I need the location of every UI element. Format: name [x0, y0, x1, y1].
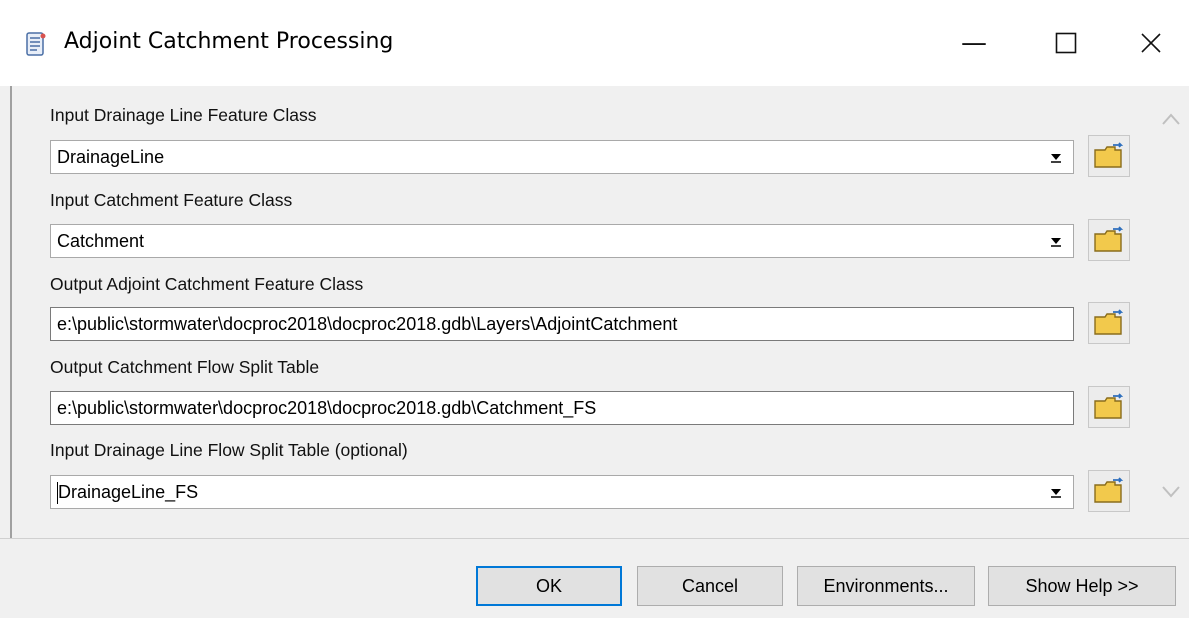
drainage-line-flow-split-value: DrainageLine_FS [58, 482, 199, 502]
script-tool-icon [26, 32, 46, 56]
ok-button[interactable]: OK [476, 566, 622, 606]
chevron-down-icon [1051, 154, 1061, 163]
drainage-line-combo[interactable]: DrainageLine [50, 140, 1074, 174]
show-help-button[interactable]: Show Help >> [988, 566, 1176, 606]
param-label-catchment: Input Catchment Feature Class [50, 190, 293, 210]
browse-catchment-button[interactable] [1088, 219, 1130, 261]
footer-separator [0, 538, 1189, 539]
param-label-output-flow-split: Output Catchment Flow Split Table [50, 357, 320, 377]
maximize-icon [1055, 32, 1077, 54]
drainage-line-value: DrainageLine [57, 147, 165, 167]
scroll-down-button[interactable] [1158, 478, 1184, 504]
window-title: Adjoint Catchment Processing [64, 29, 394, 54]
open-folder-icon [1094, 226, 1124, 252]
chevron-down-icon [1162, 486, 1180, 498]
output-adjoint-catchment-input[interactable]: e:\public\stormwater\docproc2018\docproc… [50, 307, 1074, 341]
drainage-line-flow-split-combo[interactable]: DrainageLine_FS [50, 475, 1074, 509]
environments-button[interactable]: Environments... [797, 566, 975, 606]
open-folder-icon [1094, 393, 1124, 419]
dropdown-button[interactable] [1045, 147, 1067, 167]
output-flow-split-input[interactable]: e:\public\stormwater\docproc2018\docproc… [50, 391, 1074, 425]
scroll-up-button[interactable] [1158, 106, 1184, 132]
open-folder-icon [1094, 477, 1124, 503]
chevron-down-icon [1051, 489, 1061, 498]
title-bar[interactable]: Adjoint Catchment Processing — [0, 0, 1189, 86]
maximize-button[interactable] [1020, 0, 1112, 86]
browse-drainage-line-button[interactable] [1088, 135, 1130, 177]
dropdown-button[interactable] [1045, 482, 1067, 502]
param-label-drainage-flow-split: Input Drainage Line Flow Split Table (op… [50, 440, 408, 460]
browse-output-adjoint-button[interactable] [1088, 302, 1130, 344]
dialog-window: Adjoint Catchment Processing — Input Dra… [0, 0, 1189, 618]
chevron-down-icon [1051, 238, 1061, 247]
param-label-output-adjoint: Output Adjoint Catchment Feature Class [50, 274, 364, 294]
minimize-button[interactable]: — [928, 0, 1020, 86]
open-folder-icon [1094, 142, 1124, 168]
browse-drainage-flow-split-button[interactable] [1088, 470, 1130, 512]
cancel-button[interactable]: Cancel [637, 566, 783, 606]
close-button[interactable] [1105, 0, 1189, 86]
browse-output-flow-split-button[interactable] [1088, 386, 1130, 428]
open-folder-icon [1094, 309, 1124, 335]
close-icon [1141, 33, 1161, 53]
catchment-value: Catchment [57, 231, 145, 251]
dropdown-button[interactable] [1045, 231, 1067, 251]
minimize-icon: — [961, 28, 987, 58]
param-label-drainage-line: Input Drainage Line Feature Class [50, 105, 317, 125]
chevron-up-icon [1162, 113, 1180, 125]
catchment-combo[interactable]: Catchment [50, 224, 1074, 258]
